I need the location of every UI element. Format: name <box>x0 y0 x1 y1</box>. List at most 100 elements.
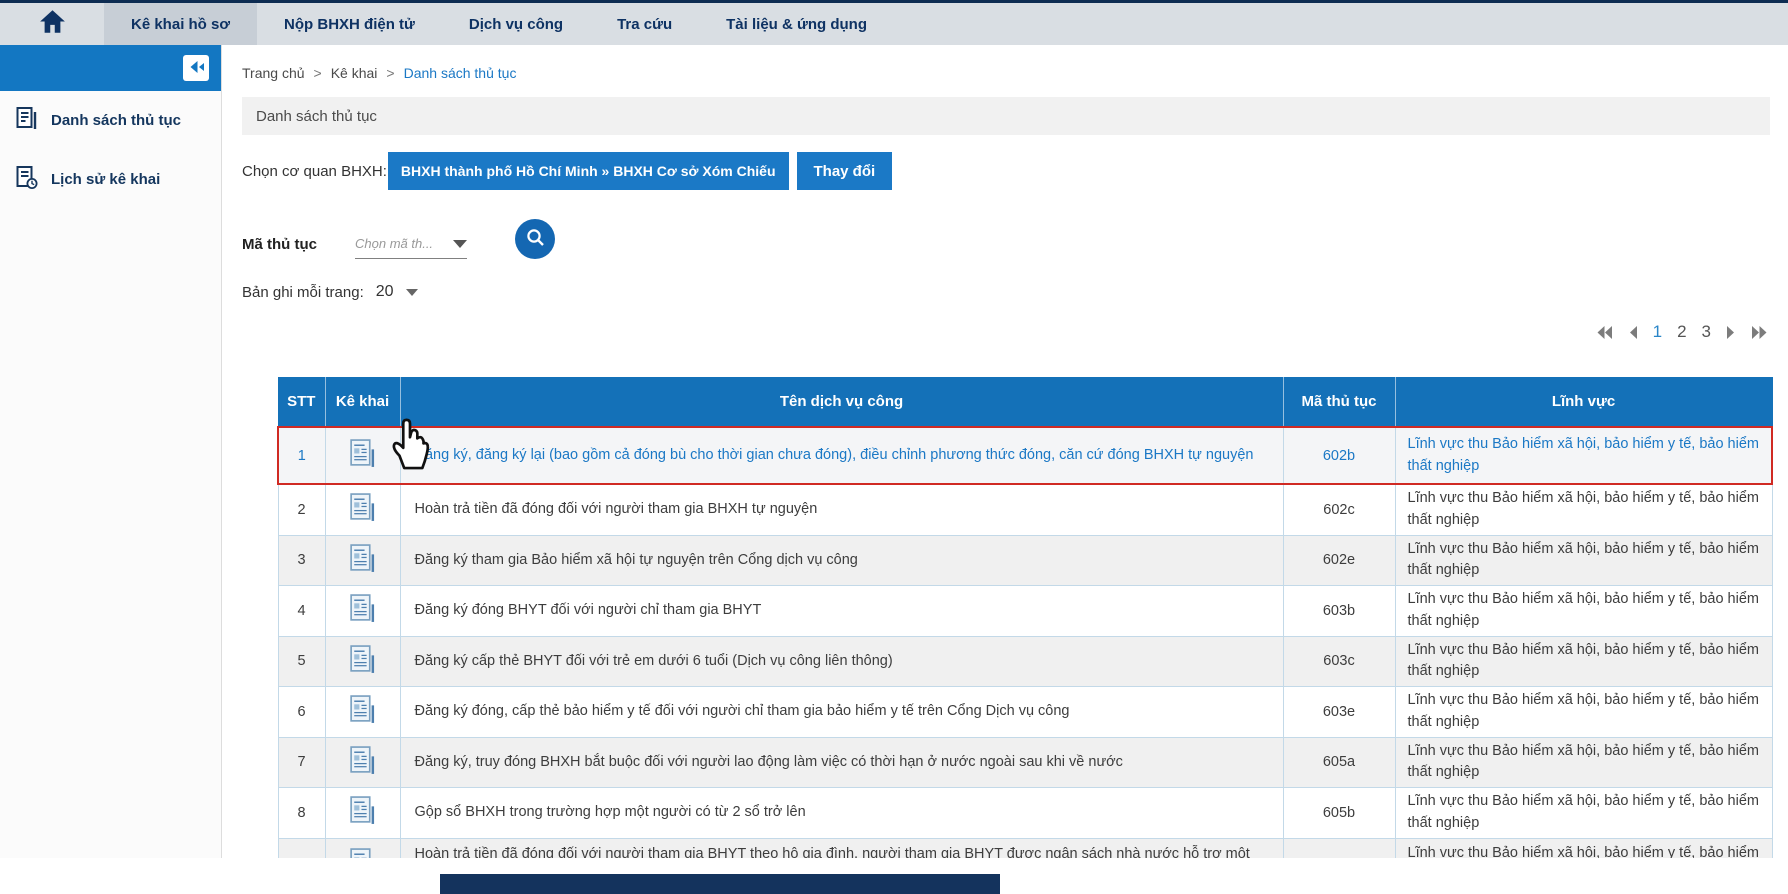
document-history-icon <box>15 165 38 194</box>
procedure-code: 603c <box>1283 636 1395 687</box>
breadcrumb-trang-chu[interactable]: Trang chủ <box>242 65 305 81</box>
search-button[interactable] <box>515 219 555 259</box>
pagination: 1 2 3 <box>1596 322 1768 342</box>
declare-doc-icon <box>349 612 376 628</box>
row-stt: 6 <box>278 687 325 738</box>
per-page-value[interactable]: 20 <box>376 283 394 301</box>
service-field: Lĩnh vực thu Bảo hiểm xã hội, bảo hiểm y… <box>1395 484 1772 535</box>
breadcrumb: Trang chủ > Kê khai > Danh sách thủ tục <box>222 45 1788 81</box>
procedure-code: 605b <box>1283 788 1395 839</box>
service-name[interactable]: Hoàn trả tiền đã đóng đối với người tham… <box>400 484 1283 535</box>
table-row[interactable]: 4 Đăng ký đóng BHYT đối với người chỉ th… <box>278 586 1772 637</box>
declare-button[interactable] <box>325 788 400 839</box>
procedures-table: STT Kê khai Tên dịch vụ công Mã thủ tục … <box>277 377 1773 892</box>
breadcrumb-separator: > <box>314 65 322 81</box>
app-screen: Kê khai hồ sơ Nộp BHXH điện tử Dịch vụ c… <box>0 0 1788 894</box>
tab-tai-lieu-ung-dung[interactable]: Tài liệu & ứng dụng <box>699 3 894 45</box>
breadcrumb-separator: > <box>386 65 394 81</box>
procedure-code: 605a <box>1283 737 1395 788</box>
top-navigation: Kê khai hồ sơ Nộp BHXH điện tử Dịch vụ c… <box>0 0 1788 45</box>
header-linh-vuc: Lĩnh vực <box>1395 377 1772 427</box>
sidebar-collapse-button[interactable] <box>183 55 209 81</box>
breadcrumb-current: Danh sách thủ tục <box>404 65 517 81</box>
declare-doc-icon <box>349 814 376 830</box>
service-field: Lĩnh vực thu Bảo hiểm xã hội, bảo hiểm y… <box>1395 535 1772 586</box>
table-row[interactable]: 3 Đăng ký tham gia Bảo hiểm xã hội tự ng… <box>278 535 1772 586</box>
procedure-code-placeholder: Chọn mã th... <box>355 236 433 251</box>
table-row[interactable]: 2 Hoàn trả tiền đã đóng đối với người th… <box>278 484 1772 535</box>
change-org-button[interactable]: Thay đổi <box>797 152 893 190</box>
procedure-code: 602c <box>1283 484 1395 535</box>
declare-doc-icon <box>349 713 376 729</box>
table-row[interactable]: 6 Đăng ký đóng, cấp thẻ bảo hiểm y tế đố… <box>278 687 1772 738</box>
procedure-code-label: Mã thủ tục <box>242 236 317 259</box>
chevron-down-icon[interactable] <box>406 289 418 296</box>
page-number-2[interactable]: 2 <box>1677 322 1686 342</box>
org-selected-value[interactable]: BHXH thành phố Hồ Chí Minh » BHXH Cơ sở … <box>388 152 789 190</box>
prev-page-button[interactable] <box>1628 325 1638 340</box>
service-field: Lĩnh vực thu Bảo hiểm xã hội, bảo hiểm y… <box>1395 586 1772 637</box>
declare-button[interactable] <box>325 636 400 687</box>
row-stt: 2 <box>278 484 325 535</box>
per-page-row: Bản ghi mỗi trang: 20 <box>242 282 1788 302</box>
page-number-3[interactable]: 3 <box>1702 322 1711 342</box>
sidebar-item-danh-sach-thu-tuc[interactable]: Danh sách thủ tục <box>0 91 221 150</box>
sidebar-item-lich-su-ke-khai[interactable]: Lịch sử kê khai <box>0 150 221 209</box>
service-name[interactable]: Gộp sổ BHXH trong trường hợp một người c… <box>400 788 1283 839</box>
first-page-button[interactable] <box>1596 325 1613 340</box>
tab-nop-bhxh-dien-tu[interactable]: Nộp BHXH điện tử <box>257 3 442 45</box>
service-name[interactable]: Đăng ký cấp thẻ BHYT đối với trẻ em dưới… <box>400 636 1283 687</box>
procedure-code[interactable]: 602b <box>1283 427 1395 484</box>
row-stt: 8 <box>278 788 325 839</box>
service-field[interactable]: Lĩnh vực thu Bảo hiểm xã hội, bảo hiểm y… <box>1395 427 1772 484</box>
service-name[interactable]: Đăng ký đóng BHYT đối với người chỉ tham… <box>400 586 1283 637</box>
procedure-code-select[interactable]: Chọn mã th... <box>355 236 467 259</box>
main-content: Trang chủ > Kê khai > Danh sách thủ tục … <box>222 45 1788 894</box>
procedure-code: 602e <box>1283 535 1395 586</box>
declare-button[interactable] <box>325 687 400 738</box>
declare-button[interactable] <box>325 586 400 637</box>
page-title: Danh sách thủ tục <box>242 97 1770 135</box>
table-row[interactable]: 5 Đăng ký cấp thẻ BHYT đối với trẻ em dư… <box>278 636 1772 687</box>
table-row[interactable]: 8 Gộp sổ BHXH trong trường hợp một người… <box>278 788 1772 839</box>
org-selector-row: Chọn cơ quan BHXH: BHXH thành phố Hồ Chí… <box>242 152 1788 190</box>
home-icon <box>39 9 66 39</box>
table-row-selected[interactable]: 1 Đăng ký, đăng ký lại (bao gồm cả đóng … <box>278 427 1772 484</box>
declare-doc-icon <box>349 663 376 679</box>
sidebar: Danh sách thủ tục Lịch sử kê khai <box>0 45 222 858</box>
header-ke-khai: Kê khai <box>325 377 400 427</box>
service-name[interactable]: Đăng ký, truy đóng BHXH bắt buộc đối với… <box>400 737 1283 788</box>
row-stt: 5 <box>278 636 325 687</box>
chevron-down-icon <box>453 240 467 248</box>
service-name[interactable]: Đăng ký tham gia Bảo hiểm xã hội tự nguy… <box>400 535 1283 586</box>
declare-button[interactable] <box>325 535 400 586</box>
service-field: Lĩnh vực thu Bảo hiểm xã hội, bảo hiểm y… <box>1395 687 1772 738</box>
next-page-button[interactable] <box>1726 325 1736 340</box>
row-stt: 1 <box>278 427 325 484</box>
home-button[interactable] <box>0 3 104 45</box>
service-name-link[interactable]: Đăng ký, đăng ký lại (bao gồm cả đóng bù… <box>400 427 1283 484</box>
tab-tra-cuu[interactable]: Tra cứu <box>590 3 699 45</box>
procedure-code-filter-row: Mã thủ tục Chọn mã th... <box>242 219 1788 259</box>
sidebar-header <box>0 45 221 91</box>
last-page-button[interactable] <box>1751 325 1768 340</box>
breadcrumb-ke-khai[interactable]: Kê khai <box>331 65 378 81</box>
search-icon <box>526 228 545 250</box>
declare-button[interactable] <box>325 737 400 788</box>
tab-ke-khai-ho-so[interactable]: Kê khai hồ sơ <box>104 3 257 45</box>
declare-button[interactable] <box>325 484 400 535</box>
service-field: Lĩnh vực thu Bảo hiểm xã hội, bảo hiểm y… <box>1395 737 1772 788</box>
tab-dich-vu-cong[interactable]: Dịch vụ công <box>442 3 590 45</box>
service-name[interactable]: Đăng ký đóng, cấp thẻ bảo hiểm y tế đối … <box>400 687 1283 738</box>
per-page-label: Bản ghi mỗi trang: <box>242 284 364 301</box>
declare-doc-icon <box>349 562 376 578</box>
header-stt: STT <box>278 377 325 427</box>
declare-button[interactable] <box>325 427 400 484</box>
page-number-1[interactable]: 1 <box>1653 322 1662 342</box>
declare-doc-icon <box>349 457 376 473</box>
header-ten-dich-vu-cong: Tên dịch vụ công <box>400 377 1283 427</box>
org-selector-label: Chọn cơ quan BHXH: <box>242 163 387 180</box>
service-field: Lĩnh vực thu Bảo hiểm xã hội, bảo hiểm y… <box>1395 788 1772 839</box>
table-row[interactable]: 7 Đăng ký, truy đóng BHXH bắt buộc đối v… <box>278 737 1772 788</box>
footer-bar <box>440 874 1000 894</box>
